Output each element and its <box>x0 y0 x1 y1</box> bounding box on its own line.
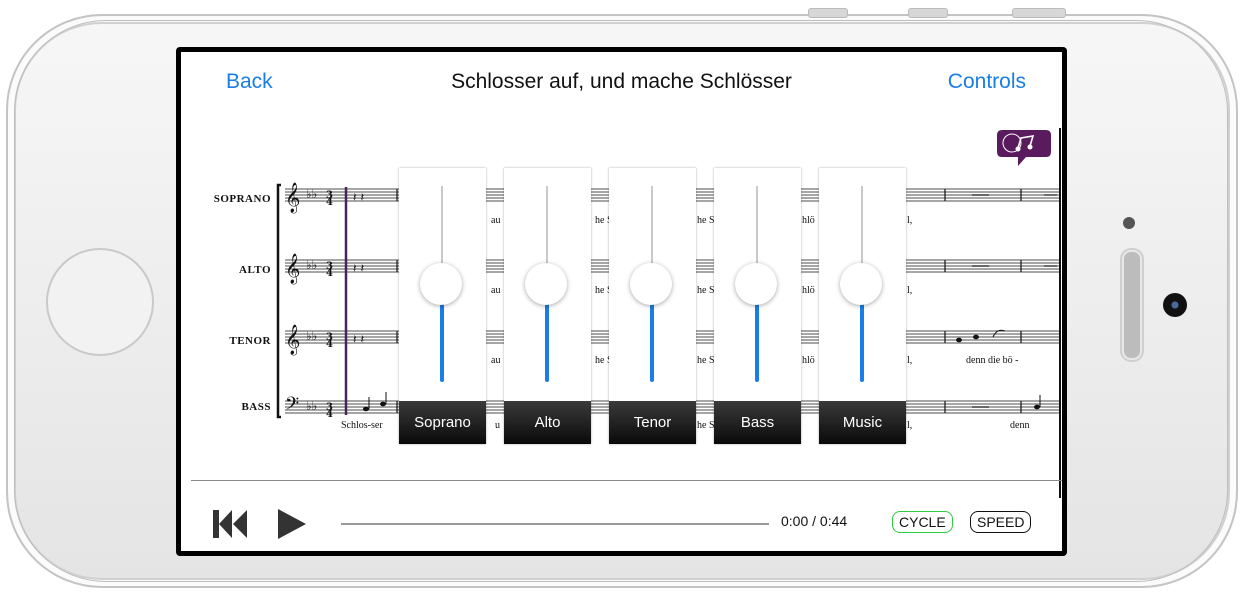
volume-button <box>808 8 848 18</box>
lyric-text: hlö <box>802 215 815 226</box>
slider-thumb[interactable] <box>525 263 567 305</box>
lyric-text: he S <box>697 215 715 226</box>
lyric-text: denn <box>1010 420 1030 431</box>
lyric-text: l, <box>907 285 913 296</box>
lyric-text: au <box>491 215 501 226</box>
power-button <box>1012 8 1066 18</box>
proximity-sensor <box>1123 217 1135 229</box>
lyric-text: l, <box>907 215 913 226</box>
svg-text:𝄞: 𝄞 <box>285 324 300 356</box>
svg-text:𝄞: 𝄞 <box>285 253 300 285</box>
channel-label[interactable]: Soprano <box>399 401 486 444</box>
part-label-tenor: TENOR <box>229 335 271 347</box>
lyric-text: hlö <box>802 355 815 366</box>
channel-label[interactable]: Music <box>819 401 906 444</box>
svg-text:4: 4 <box>326 409 333 420</box>
part-label-soprano: SOPRANO <box>213 193 271 205</box>
channel-label[interactable]: Tenor <box>609 401 696 444</box>
volume-button <box>908 8 948 18</box>
time-readout: 0:00 / 0:44 <box>781 513 848 529</box>
app-display: Back Schlosser auf, und mache Schlösser … <box>181 52 1062 551</box>
lyric-text: he S <box>697 285 715 296</box>
mixer-channel-bass: Bass <box>714 168 801 444</box>
svg-text:♭♭: ♭♭ <box>306 258 317 272</box>
skip-to-start-icon[interactable] <box>211 507 251 541</box>
cycle-button[interactable]: CYCLE <box>892 511 953 533</box>
lyric-text: he S <box>697 420 715 431</box>
speed-button[interactable]: SPEED <box>970 511 1032 533</box>
svg-text:♭♭: ♭♭ <box>306 399 317 413</box>
svg-text:𝄢: 𝄢 <box>285 394 299 419</box>
svg-text:♭♭: ♭♭ <box>306 329 317 343</box>
slider-thumb[interactable] <box>735 263 777 305</box>
lyric-text: l, <box>907 420 913 431</box>
lyric-text: l, <box>907 355 913 366</box>
svg-text:4: 4 <box>326 268 333 279</box>
slider-thumb[interactable] <box>840 263 882 305</box>
lyric-text: denn die bö - <box>966 355 1019 366</box>
svg-text:𝄽 𝄽: 𝄽 𝄽 <box>353 190 364 204</box>
part-label-alto: ALTO <box>239 264 271 276</box>
svg-text:♭♭: ♭♭ <box>306 187 317 201</box>
mixer-channel-tenor: Tenor <box>609 168 696 444</box>
lyric-text: au <box>491 285 501 296</box>
lyric-text: au <box>491 355 501 366</box>
svg-text:4: 4 <box>326 339 333 350</box>
svg-text:𝄽 𝄽: 𝄽 𝄽 <box>353 332 364 346</box>
lyric-text: u <box>495 420 500 431</box>
svg-text:𝄽 𝄽: 𝄽 𝄽 <box>353 261 364 275</box>
home-button <box>46 248 154 356</box>
playback-progress-bar[interactable] <box>341 523 769 525</box>
lyric-text: hlö <box>802 285 815 296</box>
slider-thumb[interactable] <box>630 263 672 305</box>
mixer-channel-soprano: Soprano <box>399 168 486 444</box>
svg-text:𝄞: 𝄞 <box>285 182 300 214</box>
play-icon[interactable] <box>276 507 310 541</box>
slider-thumb[interactable] <box>420 263 462 305</box>
front-camera <box>1163 293 1187 317</box>
toolbar-divider <box>191 480 1062 481</box>
channel-label[interactable]: Bass <box>714 401 801 444</box>
earpiece-speaker <box>1122 250 1142 360</box>
mixer-channel-music: Music <box>819 168 906 444</box>
lyric-text: he S <box>697 355 715 366</box>
channel-label[interactable]: Alto <box>504 401 591 444</box>
svg-text:4: 4 <box>326 197 333 208</box>
lyric-text: Schlos-ser <box>341 420 383 431</box>
mixer-channel-alto: Alto <box>504 168 591 444</box>
part-label-bass: BASS <box>241 401 271 413</box>
